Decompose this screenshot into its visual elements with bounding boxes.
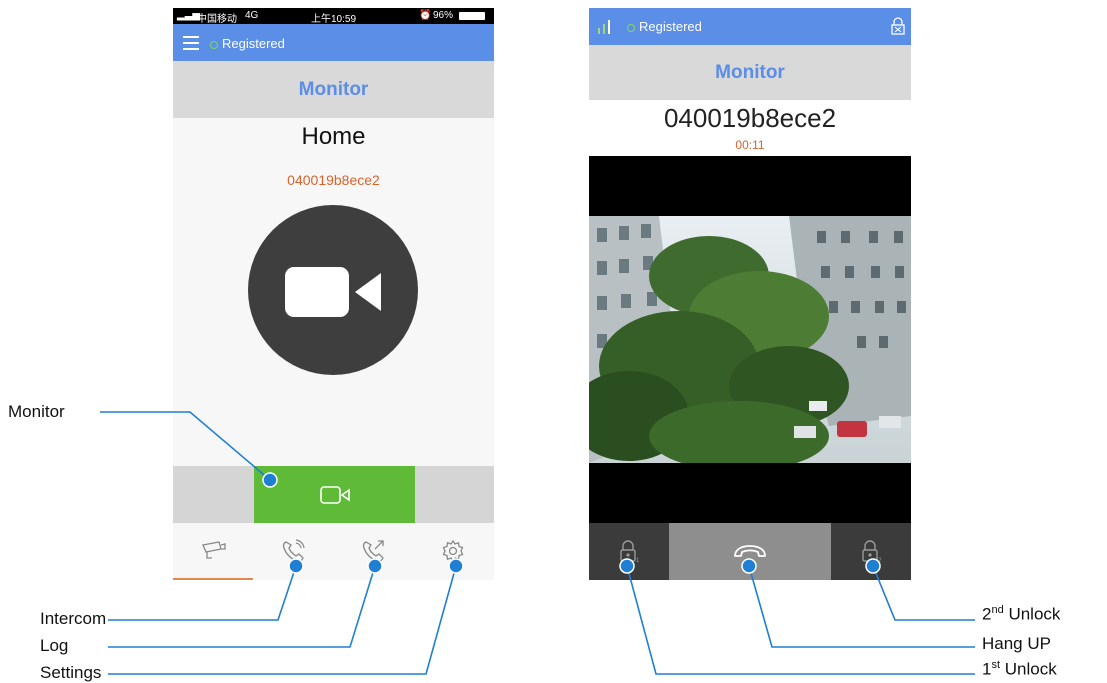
callout-lines [100,411,975,675]
callout-dot-log [367,558,383,574]
label-intercom: Intercom [40,609,107,628]
callout-dot-monitor [262,472,278,488]
callout-dot-intercom [288,558,304,574]
label-second-unlock-suffix: nd [991,604,1004,616]
label-first-unlock: 1st Unlock [982,659,1057,680]
label-second-unlock: 2nd Unlock [982,604,1060,625]
label-hang-up: Hang UP [982,634,1051,653]
callout-dot-settings [448,558,464,574]
callout-dot-second-unlock [865,558,881,574]
callout-dot-first-unlock [619,558,635,574]
callout-dot-hang-up [741,558,757,574]
label-monitor: Monitor [8,402,65,421]
label-first-unlock-text: Unlock [1000,659,1057,679]
label-settings: Settings [40,663,102,682]
label-log: Log [40,636,69,655]
label-first-unlock-suffix: st [991,659,1001,671]
label-second-unlock-text: Unlock [1003,604,1061,624]
